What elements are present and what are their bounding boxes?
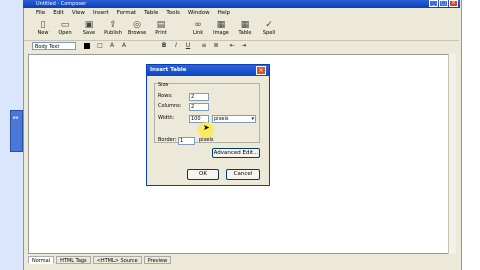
chevron-down-icon: ▾ — [251, 116, 254, 122]
tab-normal[interactable]: Normal — [28, 256, 55, 264]
publish-button[interactable]: ⇪ Publish — [104, 19, 122, 39]
menu-edit[interactable]: Edit — [53, 9, 64, 18]
tab-html-tags[interactable]: HTML Tags — [56, 256, 91, 264]
underline-icon[interactable]: U — [184, 42, 192, 50]
size-group-label: Size — [158, 82, 169, 88]
new-button[interactable]: ▯ New — [34, 19, 52, 39]
ok-button[interactable]: OK — [187, 169, 219, 180]
menu-tools[interactable]: Tools — [166, 9, 180, 18]
menu-bar: File Edit View Insert Format Table Tools… — [24, 9, 459, 18]
image-button[interactable]: ▦ Image — [212, 19, 230, 39]
outdent-icon[interactable]: ⇤ — [228, 42, 236, 50]
spell-button[interactable]: ✓ Spell — [260, 19, 278, 39]
disk-icon: ▣ — [84, 20, 94, 30]
indent-icon[interactable]: ⇥ — [240, 42, 248, 50]
text-color-icon[interactable] — [84, 43, 90, 49]
rows-input[interactable]: 2 — [189, 93, 209, 101]
menu-help[interactable]: Help — [218, 9, 231, 18]
border-input[interactable]: 1 — [178, 137, 195, 145]
toolbar: ▯ New ▭ Open ▣ Save ⇪ Publish ◎ Browse ▤ Print… — [24, 18, 459, 41]
dialog-title: Insert Table — [150, 67, 187, 73]
width-unit-value: pixels — [214, 116, 229, 122]
advanced-edit-button[interactable]: Advanced Edit... — [212, 148, 260, 158]
bold-icon[interactable]: B — [160, 42, 168, 50]
side-arrow-icon: ↔ — [12, 114, 19, 122]
paragraph-style-select[interactable]: Body Text — [32, 42, 76, 50]
cancel-button[interactable]: Cancel — [226, 169, 260, 180]
window-controls: _ □ × — [429, 0, 458, 8]
tab-preview[interactable]: Preview — [143, 256, 172, 264]
title-bar — [23, 0, 460, 8]
italic-icon[interactable]: I — [172, 42, 180, 50]
window-title: Untitled - Composer — [36, 1, 87, 7]
menu-table[interactable]: Table — [144, 9, 158, 18]
menu-insert[interactable]: Insert — [93, 9, 109, 18]
columns-input[interactable]: 2 — [189, 103, 209, 111]
browse-button[interactable]: ◎ Browse — [128, 19, 146, 39]
width-label: Width: — [158, 115, 175, 121]
rows-label: Rows: — [158, 93, 173, 99]
vertical-scrollbar[interactable] — [448, 54, 456, 254]
larger-font-icon[interactable]: A — [120, 42, 128, 50]
publish-icon: ⇪ — [109, 20, 117, 30]
new-page-icon: ▯ — [40, 20, 46, 30]
close-icon[interactable]: × — [449, 0, 458, 7]
save-button[interactable]: ▣ Save — [80, 19, 98, 39]
tab-html-source[interactable]: <HTML> Source — [92, 256, 142, 264]
width-unit-select[interactable]: pixels ▾ — [212, 115, 256, 123]
print-button[interactable]: ▤ Print — [152, 19, 170, 39]
dialog-close-icon[interactable]: × — [256, 66, 266, 75]
background-color-icon[interactable]: □ — [96, 42, 104, 50]
grid-icon: ▦ — [240, 20, 250, 30]
mouse-pointer-icon: ➤ — [203, 123, 210, 132]
bullet-list-icon[interactable]: ≡ — [200, 42, 208, 50]
columns-label: Columns: — [158, 103, 182, 109]
menu-file[interactable]: File — [36, 9, 45, 18]
border-label: Border: — [158, 137, 177, 143]
numbered-list-icon[interactable]: ≣ — [212, 42, 220, 50]
menu-view[interactable]: View — [72, 9, 85, 18]
smaller-font-icon[interactable]: A — [108, 42, 116, 50]
view-tabs: Normal HTML Tags <HTML> Source Preview — [28, 256, 172, 264]
folder-icon: ▭ — [60, 20, 70, 30]
table-button[interactable]: ▦ Table — [236, 19, 254, 39]
chain-icon: ∞ — [194, 20, 202, 30]
menu-window[interactable]: Window — [188, 9, 210, 18]
globe-icon: ◎ — [133, 20, 141, 30]
minimize-icon[interactable]: _ — [429, 0, 438, 7]
open-button[interactable]: ▭ Open — [56, 19, 74, 39]
menu-format[interactable]: Format — [117, 9, 136, 18]
maximize-icon[interactable]: □ — [439, 0, 448, 7]
link-button[interactable]: ∞ Link — [189, 19, 207, 39]
printer-icon: ▤ — [156, 20, 166, 30]
border-unit: pixels — [199, 137, 214, 143]
spellcheck-icon: ✓ — [265, 20, 273, 30]
picture-icon: ▦ — [216, 20, 226, 30]
